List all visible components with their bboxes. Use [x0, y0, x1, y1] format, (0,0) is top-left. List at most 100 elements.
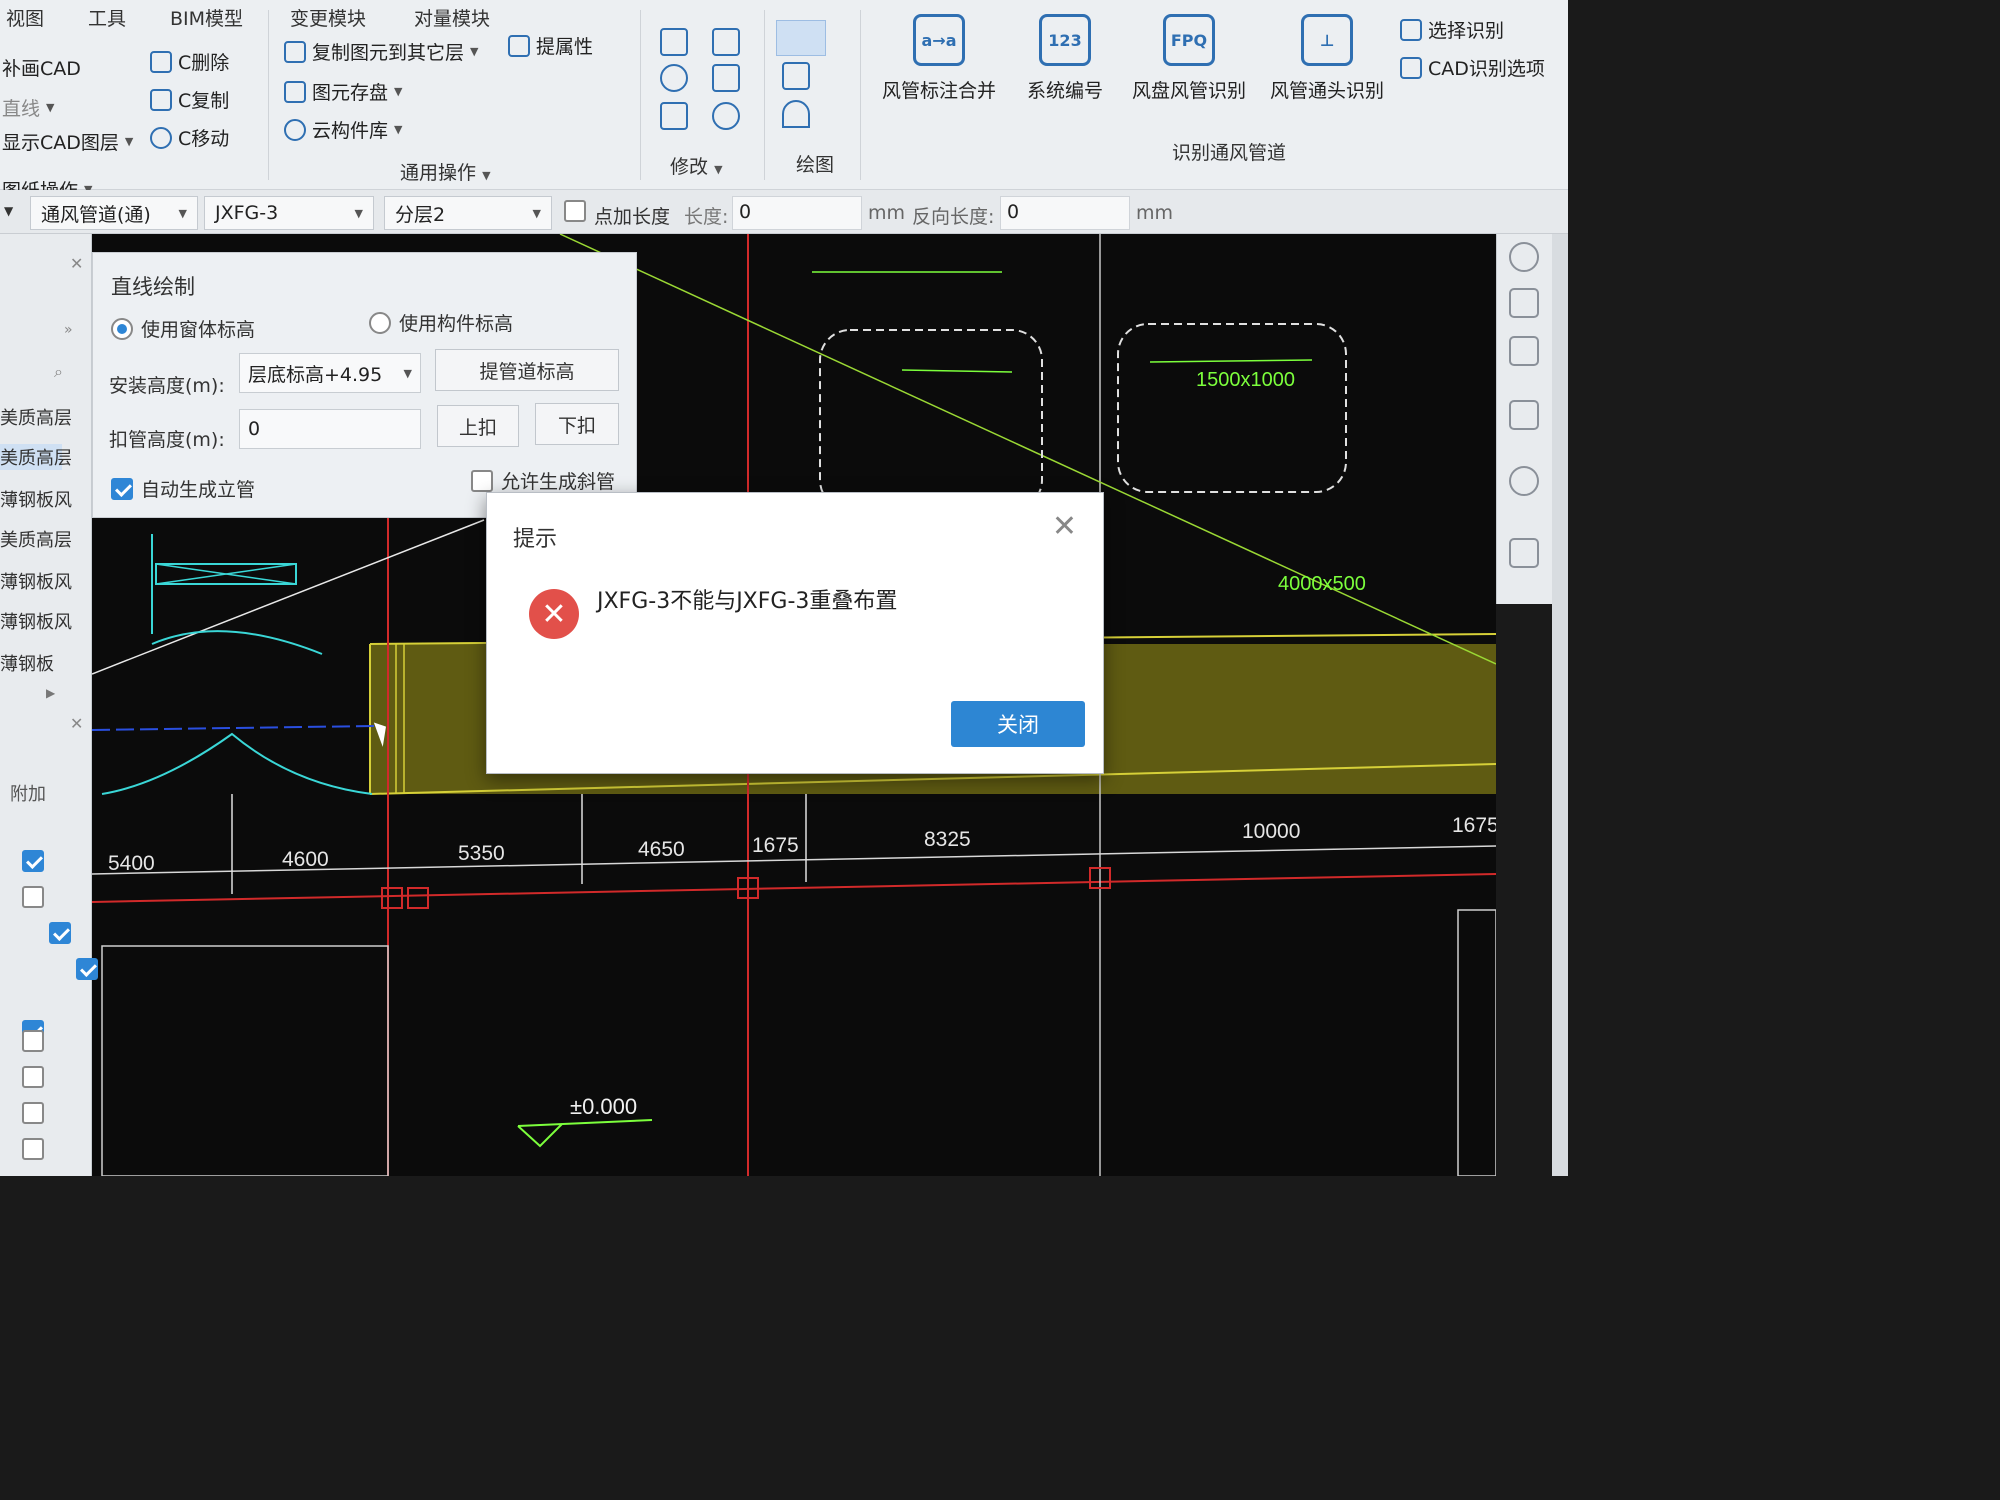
layer-combo[interactable]: 分层2 ▼	[384, 196, 552, 230]
save-icon	[284, 80, 306, 103]
close-icon[interactable]: ✕	[70, 714, 83, 733]
search-icon[interactable]: ⌕	[54, 362, 63, 382]
list-item[interactable]: 美质高层	[0, 404, 72, 430]
tab-view[interactable]: 视图	[6, 4, 44, 31]
close-icon[interactable]: ✕	[1052, 509, 1077, 544]
install-height-field[interactable]: 层底标高+4.95 ▼	[239, 353, 421, 393]
point-icon[interactable]	[782, 62, 810, 90]
chevron-down-icon: ▼	[354, 206, 363, 220]
tab-quantity[interactable]: 对量模块	[414, 4, 490, 31]
extract-props-button[interactable]: 提属性	[508, 32, 593, 59]
auto-riser-checkbox[interactable]: 自动生成立管	[111, 475, 255, 502]
arc-icon[interactable]	[782, 100, 810, 128]
install-height-label: 安装高度(m):	[109, 375, 225, 397]
cad-options-icon	[1400, 56, 1422, 79]
list-item[interactable]: 薄钢板	[0, 650, 54, 676]
general-ops-label[interactable]: 通用操作 ▼	[400, 158, 491, 185]
dim-8325: 8325	[924, 828, 971, 851]
attach-checkbox[interactable]	[22, 1138, 44, 1160]
rotate-icon[interactable]	[712, 102, 740, 130]
add-length-checkbox[interactable]	[564, 200, 586, 227]
close-button[interactable]: 关闭	[951, 701, 1085, 747]
number-icon: 123	[1039, 14, 1091, 66]
use-window-elevation-radio[interactable]: 使用窗体标高	[111, 315, 255, 342]
list-view-icon[interactable]	[1509, 538, 1539, 568]
deduct-height-input[interactable]: 0	[239, 409, 421, 449]
cloud-library-button[interactable]: 云构件库 ▼	[284, 116, 402, 143]
reverse-length-input[interactable]: 0	[1000, 196, 1130, 230]
separator	[268, 10, 269, 180]
element-save-button[interactable]: 图元存盘 ▼	[284, 78, 402, 105]
line-draw-button[interactable]	[776, 20, 826, 56]
move-icon[interactable]	[660, 64, 688, 92]
chevron-down-icon: ▼	[532, 206, 541, 220]
copy-to-layer-button[interactable]: 复制图元到其它层 ▼	[284, 38, 478, 65]
chevron-down-icon: ▼	[124, 135, 134, 148]
c-delete-button[interactable]: C删除	[150, 48, 229, 75]
scrollbar[interactable]	[1552, 234, 1568, 1176]
name-combo[interactable]: JXFG-3 ▼	[204, 196, 374, 230]
expand-icon[interactable]: »	[64, 322, 73, 338]
chevron-down-icon: ▼	[46, 101, 55, 114]
panel-title: 直线绘制	[111, 275, 195, 299]
offset-icon[interactable]	[712, 28, 740, 56]
dialog-message: JXFG-3不能与JXFG-3重叠布置	[597, 589, 898, 614]
modify-label[interactable]: 修改 ▼	[670, 152, 723, 179]
close-icon[interactable]: ✕	[70, 254, 83, 273]
attach-checkbox[interactable]	[76, 958, 99, 980]
attach-checkbox[interactable]	[49, 922, 72, 944]
system-number-button[interactable]: 123 系统编号	[1000, 14, 1130, 103]
fan-coil-duct-recognize-button[interactable]: FPQ 风盘风管识别	[1124, 14, 1254, 103]
chevron-down-icon: ▼	[714, 163, 723, 176]
use-component-elevation-radio[interactable]: 使用构件标高	[369, 309, 513, 336]
mirror-icon[interactable]	[712, 64, 740, 92]
chevron-down-icon[interactable]: ▼	[4, 204, 13, 218]
attach-checkbox[interactable]	[22, 1030, 44, 1052]
delete-icon[interactable]	[660, 102, 688, 130]
length-input[interactable]: 0	[732, 196, 862, 230]
attach-checkbox[interactable]	[22, 1066, 44, 1088]
allow-slope-checkbox[interactable]: 允许生成斜管	[471, 467, 615, 494]
deduct-down-button[interactable]: 下扣	[535, 403, 619, 445]
duct-tag-merge-button[interactable]: a→a 风管标注合并	[874, 14, 1004, 103]
list-item[interactable]: 美质高层	[0, 444, 72, 470]
list-item[interactable]: 薄钢板风	[0, 608, 72, 634]
left-panel: ✕ » ⌕ 美质高层 美质高层 薄钢板风 美质高层 薄钢板风 薄钢板风 薄钢板 …	[0, 234, 99, 1176]
attach-checkbox[interactable]	[22, 886, 44, 908]
3d-view-icon[interactable]	[1509, 288, 1539, 318]
chevron-right-icon[interactable]: ▶	[46, 686, 55, 700]
copy-icon[interactable]	[660, 28, 688, 56]
c-move-button[interactable]: C移动	[150, 124, 229, 151]
chevron-down-icon: ▼	[178, 206, 187, 220]
list-item[interactable]: 薄钢板风	[0, 568, 72, 594]
attach-checkbox[interactable]	[22, 1102, 44, 1124]
separator	[640, 10, 641, 180]
box-view-icon[interactable]	[1509, 336, 1539, 366]
chevron-down-icon: ▼	[394, 85, 403, 98]
duct-size-label-2: 1500x1000	[1196, 369, 1295, 391]
cube-view-icon[interactable]	[1509, 400, 1539, 430]
rotate-view-icon[interactable]	[1509, 466, 1539, 496]
line-dropdown[interactable]: 直线 ▼	[2, 94, 54, 121]
separator	[764, 10, 765, 180]
sphere-view-icon[interactable]	[1509, 242, 1539, 272]
c-copy-button[interactable]: C复制	[150, 86, 229, 113]
duct-fitting-recognize-button[interactable]: ⊥ 风管通头识别	[1262, 14, 1392, 103]
separator	[860, 10, 861, 180]
error-icon: ✕	[529, 589, 579, 639]
lift-pipe-elevation-button[interactable]: 提管道标高	[435, 349, 619, 391]
deduct-up-button[interactable]: 上扣	[437, 405, 519, 447]
list-item[interactable]: 薄钢板风	[0, 486, 72, 512]
tab-tools[interactable]: 工具	[88, 4, 126, 31]
attach-checkbox[interactable]	[22, 850, 44, 872]
cad-recognize-options-button[interactable]: CAD识别选项	[1400, 54, 1545, 81]
type-combo[interactable]: 通风管道(通) ▼	[30, 196, 198, 230]
show-cad-layer-button[interactable]: 显示CAD图层 ▼	[2, 128, 133, 155]
merge-icon: a→a	[913, 14, 965, 66]
select-recognize-button[interactable]: 选择识别	[1400, 16, 1504, 43]
reverse-length-unit: mm	[1136, 202, 1174, 224]
add-cad-button[interactable]: 补画CAD	[2, 54, 81, 81]
list-item[interactable]: 美质高层	[0, 526, 72, 552]
tab-change[interactable]: 变更模块	[290, 4, 366, 31]
tab-bim[interactable]: BIM模型	[170, 4, 243, 31]
